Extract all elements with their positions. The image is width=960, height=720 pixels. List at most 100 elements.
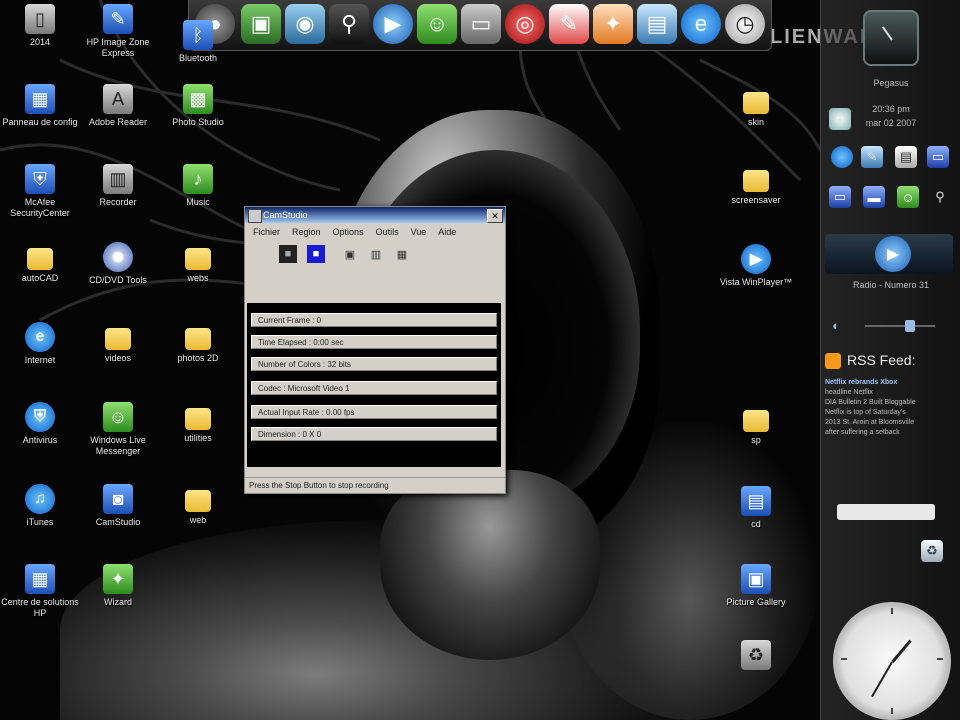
folder-icon bbox=[185, 248, 211, 270]
folder-icon bbox=[185, 408, 211, 430]
clock-tick bbox=[937, 658, 943, 660]
record-button[interactable]: ■ bbox=[279, 245, 297, 263]
clock-icon[interactable]: ◷ bbox=[725, 4, 765, 44]
search-icon[interactable]: ⚲ bbox=[329, 4, 369, 44]
rss-headline[interactable]: Netflix rebrands Xbox bbox=[825, 378, 953, 388]
window-titlebar[interactable]: CamStudio ✕ bbox=[245, 207, 505, 223]
document-icon: ▯ bbox=[25, 4, 55, 34]
desktop-icon-folder[interactable]: videos bbox=[78, 322, 158, 364]
control-panel-icon: ▦ bbox=[25, 84, 55, 114]
region-icon[interactable]: ▣ bbox=[341, 245, 359, 263]
computer-icon[interactable]: ▭ bbox=[927, 146, 949, 168]
pdf-icon[interactable]: ✎ bbox=[549, 4, 589, 44]
desktop-icon-adobe[interactable]: A Adobe Reader bbox=[78, 84, 158, 128]
rss-feed[interactable]: Netflix rebrands Xbox headline Netflix D… bbox=[825, 378, 953, 438]
stat-dimension: Dimension : 0 X 0 bbox=[251, 427, 497, 441]
clock-gadget[interactable] bbox=[863, 10, 919, 66]
desktop-icon-wizard[interactable]: ✦ Wizard bbox=[78, 564, 158, 608]
desktop-icon-picture-gallery[interactable]: ▣ Picture Gallery bbox=[716, 564, 796, 608]
hp-icon: ▦ bbox=[25, 564, 55, 594]
rss-search-input[interactable] bbox=[837, 504, 935, 520]
stat-codec: Codec : Microsoft Video 1 bbox=[251, 381, 497, 395]
graphics-icon[interactable]: ✦ bbox=[593, 4, 633, 44]
recycle-bin-icon[interactable]: ♻ bbox=[921, 540, 943, 562]
display-icon[interactable]: ▬ bbox=[863, 186, 885, 208]
sidebar-add-icon[interactable]: + bbox=[829, 108, 851, 130]
play-button[interactable]: ▶ bbox=[875, 236, 911, 272]
clock-tick bbox=[841, 658, 847, 660]
desktop-icon-folder[interactable]: autoCAD bbox=[0, 242, 80, 284]
desktop-icon-internet[interactable]: e Internet bbox=[0, 322, 80, 366]
folder-icon bbox=[743, 170, 769, 192]
globe-icon[interactable] bbox=[831, 146, 853, 168]
options-icon[interactable]: ▥ bbox=[367, 245, 385, 263]
desktop-icon-recorder[interactable]: ▥ Recorder bbox=[78, 164, 158, 208]
menu-fichier[interactable]: Fichier bbox=[249, 225, 288, 239]
desktop-icon-hp-center[interactable]: ▦ Centre de solutions HP bbox=[0, 564, 80, 619]
disc-icon bbox=[103, 242, 133, 272]
recorder-icon: ▥ bbox=[103, 164, 133, 194]
stat-input-rate: Actual Input Rate : 0.00 fps bbox=[251, 405, 497, 419]
users-icon[interactable]: ☺ bbox=[897, 186, 919, 208]
close-button[interactable]: ✕ bbox=[487, 209, 503, 223]
desktop-icon-bluetooth[interactable]: ᛒ Bluetooth bbox=[158, 20, 238, 64]
notes-icon[interactable]: ▤ bbox=[895, 146, 917, 168]
desktop-icon-recycle-bin[interactable]: ♻ bbox=[716, 640, 796, 673]
analog-clock-gadget[interactable] bbox=[833, 602, 951, 720]
desktop-icon-folder[interactable]: sp bbox=[716, 404, 796, 446]
desktop-icon-camstudio[interactable]: ◙ CamStudio bbox=[78, 484, 158, 528]
paint-icon[interactable]: ✎ bbox=[861, 146, 883, 168]
desktop-icon-antivirus[interactable]: ⛨ Antivirus bbox=[0, 402, 80, 446]
folder-icon bbox=[185, 328, 211, 350]
search-icon[interactable]: ⚲ bbox=[929, 186, 951, 208]
gallery-icon[interactable]: ▤ bbox=[637, 4, 677, 44]
desktop-icon-folder[interactable]: utilities bbox=[158, 402, 238, 444]
menu-region[interactable]: Region bbox=[288, 225, 329, 239]
rss-line: 2013 St. Aroin at Bloomsville bbox=[825, 419, 915, 426]
desktop-icon-cd-tools[interactable]: CD/DVD Tools bbox=[78, 242, 158, 286]
desktop-icon-document[interactable]: ▤ cd bbox=[716, 486, 796, 530]
rss-line: DIA Bulletin 2 Built Bloggable bbox=[825, 399, 916, 406]
hour-hand bbox=[891, 639, 912, 663]
computer-icon[interactable]: ▭ bbox=[461, 4, 501, 44]
recycle-bin-icon: ♻ bbox=[741, 640, 771, 670]
desktop-icon-folder[interactable]: webs bbox=[158, 242, 238, 284]
menu-vue[interactable]: Vue bbox=[407, 225, 435, 239]
menu-aide[interactable]: Aide bbox=[434, 225, 464, 239]
desktop-icon-folder[interactable]: web bbox=[158, 484, 238, 526]
desktop-icon-music[interactable]: ♪ Music bbox=[158, 164, 238, 208]
desktop-icon-folder[interactable]: photos 2D bbox=[158, 322, 238, 364]
desktop-icon-image-zone[interactable]: ✎ HP Image Zone Express bbox=[78, 4, 158, 59]
desktop-icon-messenger[interactable]: ☺ Windows Live Messenger bbox=[78, 402, 158, 457]
export-icon[interactable]: ▦ bbox=[393, 245, 411, 263]
desktop-icon-media-player[interactable]: ▶ Vista WinPlayer™ bbox=[716, 244, 796, 288]
messenger-icon[interactable]: ☺ bbox=[417, 4, 457, 44]
messenger-icon: ☺ bbox=[103, 402, 133, 432]
folder-icon bbox=[743, 410, 769, 432]
menu-outils[interactable]: Outils bbox=[372, 225, 407, 239]
media-player-icon: ▶ bbox=[741, 244, 771, 274]
desktop-icon-folder[interactable]: screensaver bbox=[716, 164, 796, 206]
desktop-icon-itunes[interactable]: ♫ iTunes bbox=[0, 484, 80, 528]
clock-hand bbox=[882, 26, 893, 41]
monitor-icon[interactable]: ▭ bbox=[829, 186, 851, 208]
internet-explorer-icon[interactable]: e bbox=[681, 4, 721, 44]
camstudio-window: CamStudio ✕ Fichier Region Options Outil… bbox=[244, 206, 506, 494]
desktop-icon-folder[interactable]: skin bbox=[716, 86, 796, 128]
media-play-icon[interactable]: ▶ bbox=[373, 4, 413, 44]
picture-frame-icon[interactable]: ▣ bbox=[241, 4, 281, 44]
volume-slider[interactable] bbox=[905, 320, 915, 332]
media-title: Radio - Numero 31 bbox=[852, 280, 930, 290]
desktop-icon-control-panel[interactable]: ▦ Panneau de config bbox=[0, 84, 80, 128]
desktop-icon-file[interactable]: ▯ 2014 bbox=[0, 4, 80, 48]
desktop-icon-photo-studio[interactable]: ▩ Photo Studio bbox=[158, 84, 238, 128]
disc-icon[interactable]: ◎ bbox=[505, 4, 545, 44]
music-icon: ♪ bbox=[183, 164, 213, 194]
desktop-icon-mcafee[interactable]: ⛨ McAfee SecurityCenter bbox=[0, 164, 80, 219]
photo-viewer-icon[interactable]: ◉ bbox=[285, 4, 325, 44]
toolbar: ■ ■ ▣ ▥ ▦ bbox=[245, 241, 505, 267]
folder-icon bbox=[185, 490, 211, 512]
stat-time-elapsed: Time Elapsed : 0:00 sec bbox=[251, 335, 497, 349]
stop-button[interactable]: ■ bbox=[307, 245, 325, 263]
menu-options[interactable]: Options bbox=[329, 225, 372, 239]
